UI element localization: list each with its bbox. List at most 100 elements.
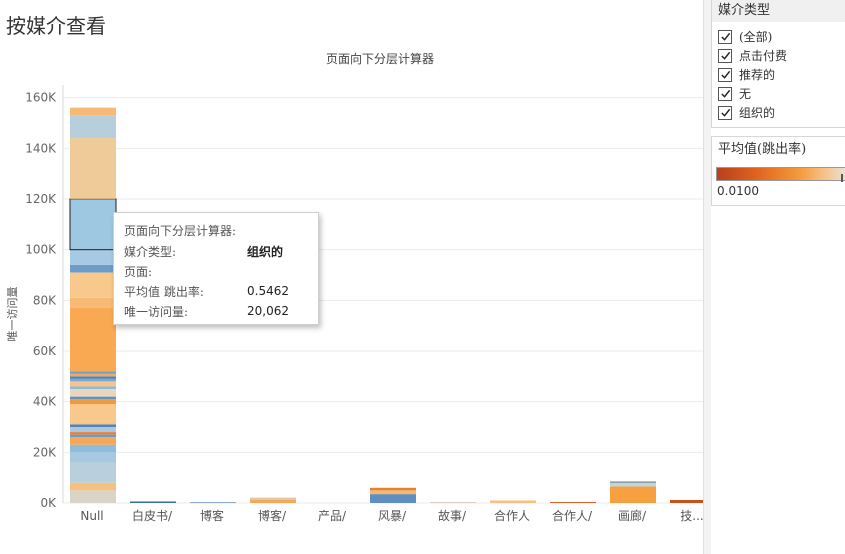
filter-item-label: 推荐的 [739, 68, 776, 82]
bar-segment[interactable] [70, 297, 116, 308]
bar-segment[interactable] [70, 373, 116, 377]
bar-segment[interactable] [610, 481, 656, 483]
bar-chart: 0K 20K 40K 60K 80K 100K 120K 140K 160K 唯一访问量 Null 白… [0, 40, 703, 554]
y-tick-label: 40K [33, 395, 57, 409]
bar-segment[interactable] [370, 490, 416, 495]
ramp-marker [841, 174, 843, 182]
bar-segment[interactable] [70, 371, 116, 374]
x-tick-label: 风暴/ [378, 509, 407, 523]
bar-segment[interactable] [250, 499, 296, 503]
y-tick-label: 60K [33, 344, 57, 358]
bar-segment[interactable] [70, 424, 116, 427]
bar-segment[interactable] [70, 272, 116, 298]
tooltip: 页面向下分层计算器: 媒介类型: 组织的 页面: 平均值 跳出率: 0.5462… [113, 212, 319, 325]
legend-min-label: 0.0100 [717, 184, 759, 198]
y-tick-label: 120K [25, 192, 57, 206]
tooltip-row-page: 页面: [124, 261, 308, 281]
bar-segment[interactable] [70, 399, 116, 405]
bar-segment[interactable] [70, 482, 116, 491]
bar-segment[interactable] [70, 378, 116, 382]
checkbox-checked-icon[interactable] [718, 67, 732, 82]
bar-segment[interactable] [70, 427, 116, 433]
filter-item-label: 无 [739, 87, 752, 101]
filter-title: 媒介类型 [712, 0, 845, 22]
bar-segment[interactable] [70, 432, 116, 435]
bar-segment[interactable] [70, 490, 116, 503]
bar-segment[interactable] [370, 487, 416, 491]
filter-item-all[interactable]: (全部) [718, 27, 845, 46]
bar-segment[interactable] [670, 499, 703, 503]
bar-segment[interactable] [70, 452, 116, 463]
x-tick-label: 合作人 [494, 508, 530, 523]
x-tick-label: 白皮书/ [132, 508, 173, 523]
bar-segment[interactable] [70, 462, 116, 483]
bar-segment[interactable] [70, 264, 116, 273]
tooltip-value: 20,062 [247, 304, 289, 318]
y-tick-label: 80K [33, 293, 57, 307]
bar-segment[interactable] [70, 381, 116, 387]
color-legend: 平均值(跳出率) 0.0100 [711, 136, 845, 206]
bar-segment[interactable] [550, 501, 596, 503]
bar-segment[interactable] [70, 107, 116, 116]
y-tick-label: 160K [25, 91, 57, 105]
bar-segment[interactable] [430, 501, 476, 503]
panel-divider [703, 0, 711, 554]
bar-segment[interactable] [490, 500, 536, 503]
checkbox-checked-icon[interactable] [718, 105, 732, 120]
bar-segment[interactable] [610, 486, 656, 503]
bar-segment[interactable] [70, 396, 116, 400]
checkbox-checked-icon[interactable] [718, 86, 732, 101]
x-tick-label: 技... [680, 509, 703, 523]
chart-title: 页面向下分层计算器 [325, 52, 434, 66]
y-tick-label: 20K [33, 445, 57, 459]
checkbox-checked-icon[interactable] [718, 29, 732, 44]
bar-segment[interactable] [70, 376, 116, 379]
y-tick-label: 100K [25, 243, 57, 257]
filter-item-paid[interactable]: 点击付费 [718, 46, 845, 65]
bar-segment[interactable] [250, 497, 296, 500]
filter-item-label: 点击付费 [739, 49, 788, 63]
y-axis-label: 唯一访问量 [6, 287, 19, 342]
bar-segment[interactable] [70, 138, 116, 199]
tooltip-key: 平均值 跳出率: [124, 284, 204, 299]
checkbox-checked-icon[interactable] [718, 48, 732, 63]
bar-segment[interactable] [70, 437, 116, 445]
bar-segment[interactable] [70, 386, 116, 389]
legend-title: 平均值(跳出率) [718, 142, 807, 157]
media-type-filter: 媒介类型 (全部) 点击付费 推荐的 无 组织的 [711, 0, 845, 128]
bar-segment[interactable] [190, 502, 236, 504]
tooltip-title: 页面向下分层计算器: [124, 224, 237, 238]
tooltip-value: 0.5462 [247, 284, 289, 298]
filter-item-organic[interactable]: 组织的 [718, 103, 845, 122]
bar-segment[interactable] [70, 404, 116, 422]
bar-segment[interactable] [610, 482, 656, 487]
x-tick-label: 博客/ [258, 508, 287, 523]
bar-segment[interactable] [70, 421, 116, 425]
x-tick-label: 博客 [200, 508, 224, 523]
filter-item-none[interactable]: 无 [718, 84, 845, 103]
tooltip-key: 页面: [124, 264, 153, 279]
bar-segment[interactable] [70, 444, 116, 453]
bar-segment-highlighted[interactable] [69, 198, 117, 251]
tooltip-row-medium: 媒介类型: 组织的 [124, 241, 308, 261]
bar-segment[interactable] [130, 501, 176, 503]
filter-list: (全部) 点击付费 推荐的 无 组织的 [712, 22, 845, 122]
x-tick-label: Null [80, 509, 103, 523]
tooltip-value: 组织的 [247, 244, 284, 259]
dashboard-title: 按媒介查看 [6, 14, 106, 38]
color-ramp [716, 167, 845, 182]
bar-segment[interactable] [70, 115, 116, 139]
tooltip-key: 唯一访问量: [124, 304, 189, 319]
y-tick-label: 0K [40, 496, 57, 510]
tooltip-key: 媒介类型: [124, 244, 177, 259]
y-tick-label: 140K [25, 141, 57, 155]
x-tick-label: 产品/ [318, 509, 347, 523]
bar-segment[interactable] [70, 434, 116, 438]
bar-segment[interactable] [70, 249, 116, 265]
filter-item-referral[interactable]: 推荐的 [718, 65, 845, 84]
bar-segment[interactable] [70, 389, 116, 397]
bar-segment[interactable] [70, 307, 116, 372]
tooltip-row-bounce: 平均值 跳出率: 0.5462 [124, 281, 308, 301]
bar-segment[interactable] [370, 494, 416, 503]
chart-sheet: 0K 20K 40K 60K 80K 100K 120K 140K 160K 唯一访问量 Null 白… [0, 40, 703, 554]
